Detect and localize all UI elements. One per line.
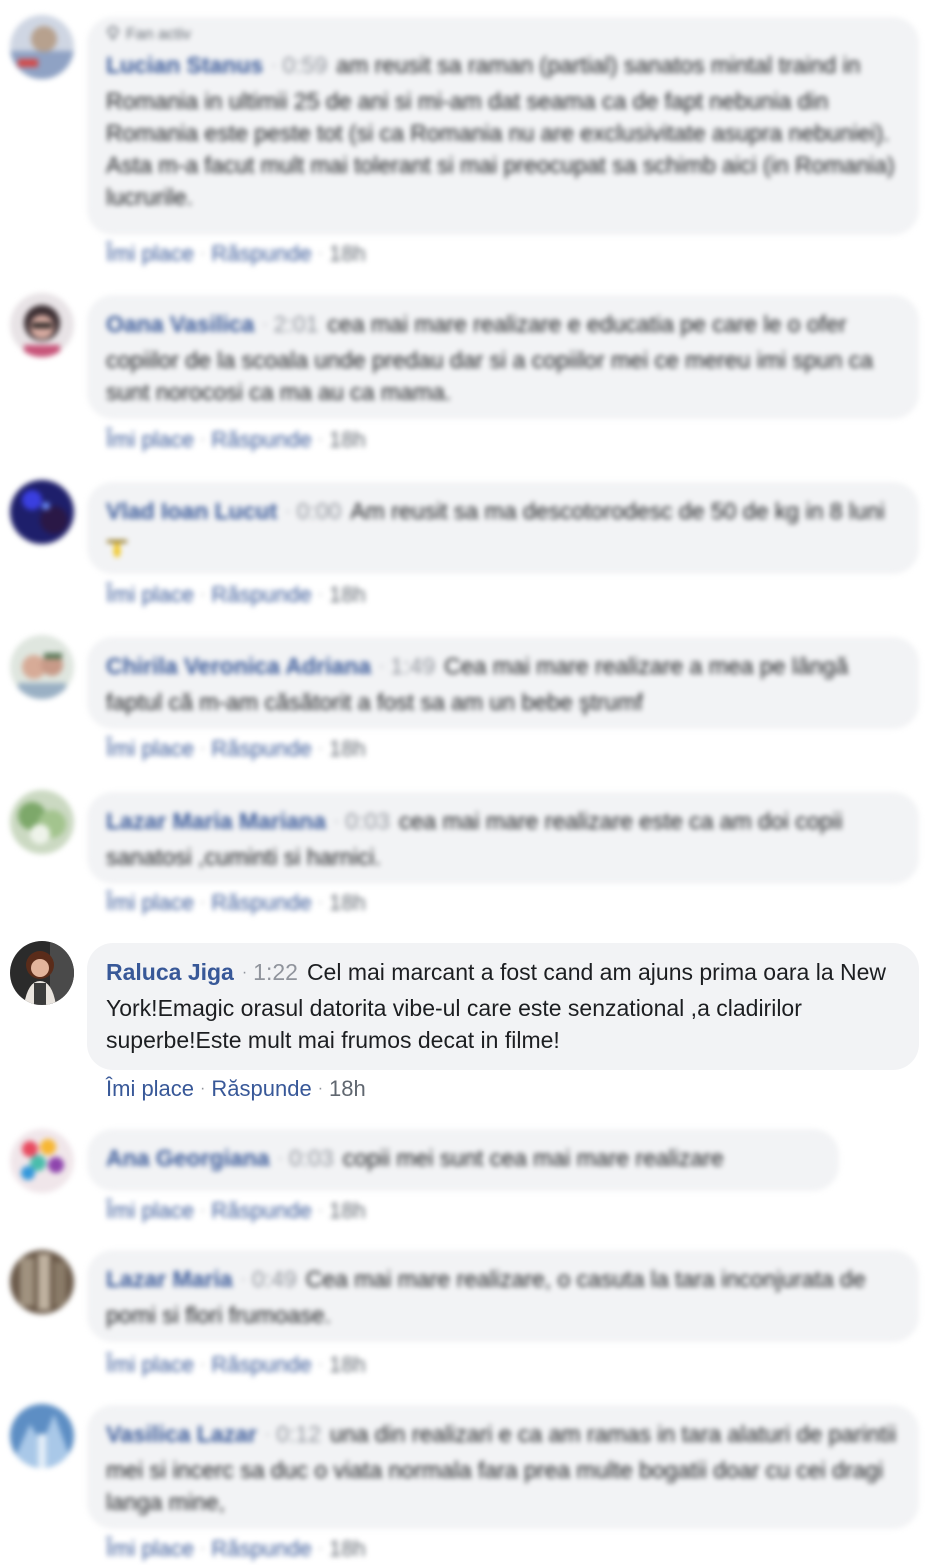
avatar-image (10, 635, 74, 699)
badge-label: Fan activ (126, 26, 191, 43)
separator-dot: · (285, 503, 291, 520)
separator-dot: · (271, 57, 277, 74)
comment-item: Oana Vasilica · 2:01 cea mai mare realizare… (0, 290, 951, 460)
comment-duration: 1:49 (390, 653, 436, 679)
avatar-image (10, 1250, 74, 1314)
comment-item: Chirila Veronica Adriana · 1:49 Cea mai mar… (0, 625, 951, 775)
reply-link[interactable]: Răspunde (211, 1076, 311, 1101)
reply-link[interactable]: Răspunde (211, 427, 311, 452)
separator-dot: · (241, 964, 248, 981)
comment-author[interactable]: Vasilica Lazar (106, 1421, 257, 1447)
comment-duration: 0:03 (345, 808, 390, 834)
avatar[interactable] (10, 635, 74, 699)
comment-author[interactable]: Lucian Stanus (106, 52, 263, 78)
comment-time[interactable]: 18h (329, 890, 366, 915)
comment-item: Lazar Maria Mariana · 0:03 cea mai mare rea… (0, 780, 951, 920)
separator-dot: · (277, 1150, 283, 1167)
comment-actions: Îmi place · Răspunde · 18h (106, 427, 366, 452)
comment-time[interactable]: 18h (329, 427, 366, 452)
comment-text: Am reusit sa ma descotorodesc de 50 de k… (350, 498, 885, 524)
avatar-image (10, 790, 74, 854)
avatar-image (10, 941, 74, 1005)
comment-time[interactable]: 18h (329, 1198, 366, 1223)
reply-link[interactable]: Răspunde (211, 736, 311, 761)
comment-actions: Îmi place · Răspunde · 18h (106, 736, 366, 761)
separator-dot: · (333, 813, 340, 830)
avatar[interactable] (10, 1250, 74, 1314)
comment-text: copii mei sunt cea mai mare realizare (342, 1145, 724, 1171)
comment-actions: Îmi place · Răspunde · 18h (106, 1076, 366, 1101)
comment-actions: Îmi place · Răspunde · 18h (106, 582, 366, 607)
comment-author[interactable]: Lazar Maria Mariana (106, 808, 326, 834)
comment-actions: Îmi place · Răspunde · 18h (106, 241, 366, 266)
comment-author[interactable]: Chirila Veronica Adriana (106, 653, 371, 679)
comment-duration: 0:49 (251, 1266, 297, 1292)
avatar-image (10, 293, 74, 357)
comment-time[interactable]: 18h (329, 1076, 366, 1101)
comment-duration: 0:59 (282, 52, 328, 78)
comment-duration: 1:22 (253, 959, 298, 985)
separator-dot: · (240, 1271, 246, 1288)
comment-item: Fan activ Lucian Stanus · 0:59 am reusit sa… (0, 0, 951, 290)
avatar[interactable] (10, 1404, 74, 1468)
fan-badge: Fan activ (106, 25, 899, 45)
avatar[interactable] (10, 15, 74, 79)
comment-time[interactable]: 18h (329, 1536, 366, 1561)
comment-item: Lazar Maria · 0:49 Cea mai mare realizare, … (0, 1240, 951, 1395)
reply-link[interactable]: Răspunde (211, 582, 311, 607)
comment-item: Vasilica Lazar · 0:12 una din realizari e c… (0, 1395, 951, 1561)
like-link[interactable]: Îmi place (106, 241, 194, 266)
avatar[interactable] (10, 790, 74, 854)
comment-duration: 2:01 (273, 311, 319, 337)
comment-duration: 0:00 (296, 498, 342, 524)
reply-link[interactable]: Răspunde (211, 241, 311, 266)
comment-item: Vlad Ioan Lucut · 0:00 Am reusit sa ma desc… (0, 470, 951, 620)
comment-author[interactable]: Ana Georgiana (106, 1145, 270, 1171)
comment-actions: Îmi place · Răspunde · 18h (106, 1198, 366, 1223)
comment-time[interactable]: 18h (329, 736, 366, 761)
comment-actions: Îmi place · Răspunde · 18h (106, 890, 366, 915)
comment-author[interactable]: Vlad Ioan Lucut (106, 498, 277, 524)
avatar-image (10, 1404, 74, 1468)
avatar[interactable] (10, 293, 74, 357)
like-link[interactable]: Îmi place (106, 1198, 194, 1223)
reply-link[interactable]: Răspunde (211, 1352, 311, 1377)
separator-dot: · (264, 1426, 271, 1443)
like-link[interactable]: Îmi place (106, 1536, 194, 1561)
like-link[interactable]: Îmi place (106, 736, 194, 761)
avatar-image (10, 480, 74, 544)
like-link[interactable]: Îmi place (106, 427, 194, 452)
avatar[interactable] (10, 941, 74, 1005)
comment-time[interactable]: 18h (329, 241, 366, 266)
avatar[interactable] (10, 480, 74, 544)
avatar-image (10, 1129, 74, 1193)
like-link[interactable]: Îmi place (106, 890, 194, 915)
comment-author[interactable]: Raluca Jiga (106, 959, 234, 985)
comment-item: Raluca Jiga · 1:22 Cel mai marcant a fost c… (0, 925, 951, 1120)
comment-item: Ana Georgiana · 0:03 copii mei sunt cea mai… (0, 1120, 951, 1240)
comment-time[interactable]: 18h (329, 1352, 366, 1377)
avatar-image (10, 15, 74, 79)
comment-duration: 0:12 (276, 1421, 321, 1447)
comment-duration: 0:03 (288, 1145, 334, 1171)
reply-link[interactable]: Răspunde (211, 890, 311, 915)
reply-link[interactable]: Răspunde (211, 1536, 311, 1561)
avatar[interactable] (10, 1129, 74, 1193)
comment-time[interactable]: 18h (329, 582, 366, 607)
reply-link[interactable]: Răspunde (211, 1198, 311, 1223)
like-link[interactable]: Îmi place (106, 582, 194, 607)
comment-actions: Îmi place · Răspunde · 18h (106, 1352, 366, 1377)
comment-author[interactable]: Lazar Maria (106, 1266, 233, 1292)
weightlifter-emoji-icon (107, 540, 127, 557)
diamond-icon (107, 26, 119, 40)
separator-dot: · (379, 658, 385, 675)
like-link[interactable]: Îmi place (106, 1076, 194, 1101)
like-link[interactable]: Îmi place (106, 1352, 194, 1377)
comment-author[interactable]: Oana Vasilica (106, 311, 254, 337)
comment-feed: Fan activ Lucian Stanus · 0:59 am reusit sa… (0, 0, 951, 1561)
separator-dot: · (262, 316, 268, 333)
